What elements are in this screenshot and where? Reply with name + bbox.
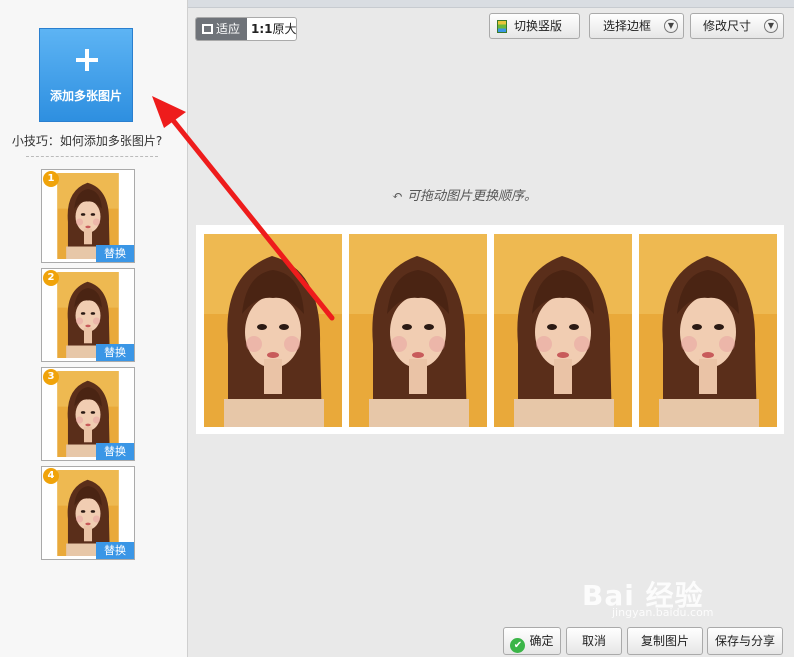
confirm-button[interactable]: ✔ 确定 (503, 627, 561, 655)
annotation-arrow (152, 96, 335, 321)
save-share-button[interactable]: 保存与分享 (707, 627, 783, 655)
watermark-url: jingyan.baidu.com (612, 606, 714, 619)
confirm-label: 确定 (529, 634, 554, 648)
cancel-button[interactable]: 取消 (566, 627, 622, 655)
copy-image-button[interactable]: 复制图片 (627, 627, 703, 655)
check-icon: ✔ (510, 638, 526, 653)
